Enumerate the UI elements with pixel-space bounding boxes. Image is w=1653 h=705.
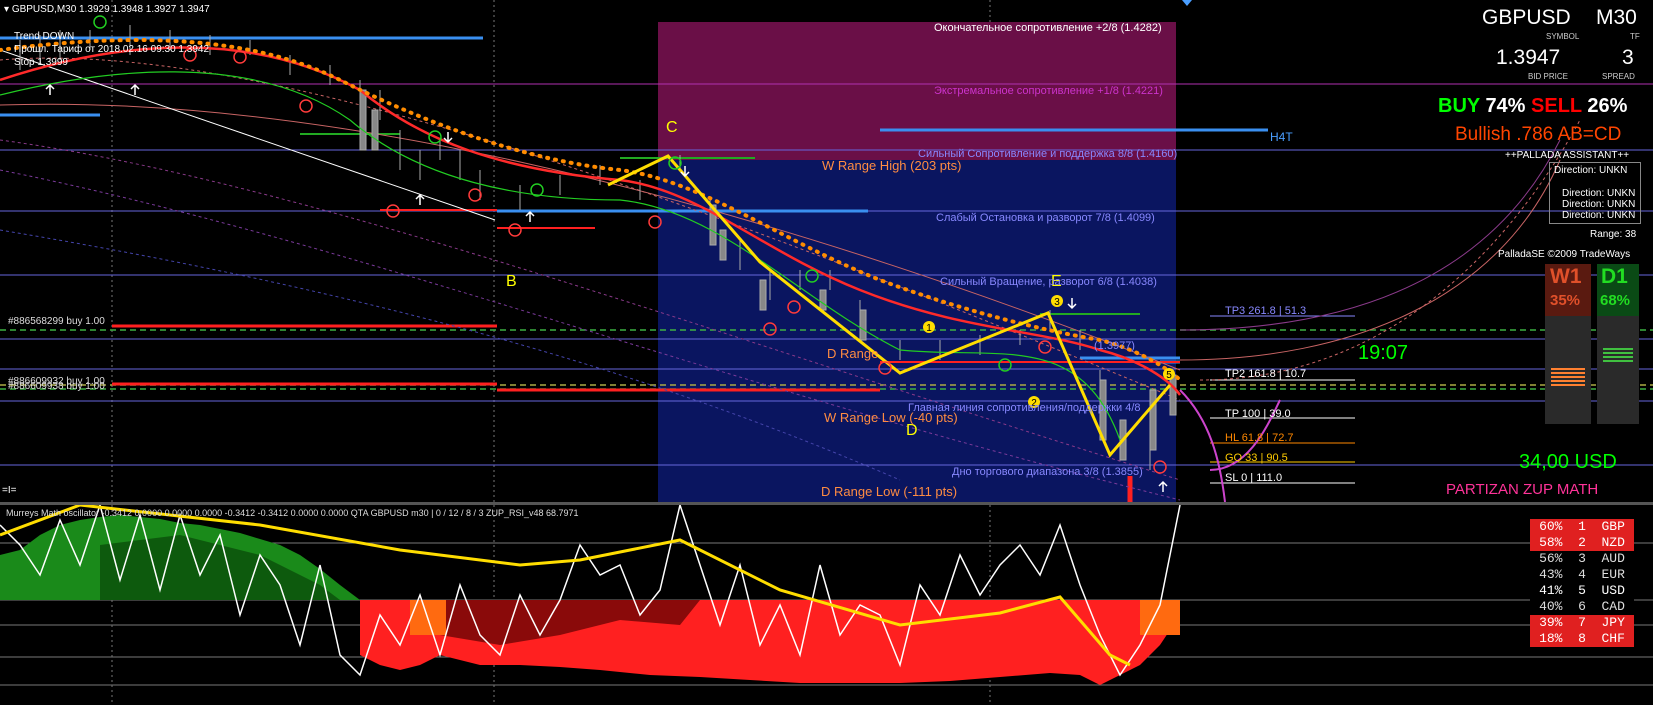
murrey-label-7: Слабый Остановка и разворот 7/8 (1.4099) <box>936 212 1155 224</box>
currency-row-6: 40% 6 CAD <box>1530 599 1634 615</box>
currency-strength-table: 60% 1 GBP 58% 2 NZD 56% 3 AUD 43% 4 EUR … <box>1530 519 1634 647</box>
direction-1: Direction: UNKN <box>1562 188 1636 199</box>
symbol-caption: SYMBOL <box>1546 32 1580 41</box>
h4t-label: H4T <box>1270 130 1293 144</box>
stop-line: Stop 1.3999 <box>14 57 68 68</box>
pattern-text: Bullish .786 AB=CD <box>1455 124 1622 145</box>
spread-caption: SPREAD <box>1602 72 1635 81</box>
svg-text:3: 3 <box>1054 297 1060 308</box>
scroll-marker <box>1182 0 1192 6</box>
svg-text:5: 5 <box>1166 370 1172 381</box>
profit-value: 34,00 USD <box>1519 451 1617 473</box>
target-tp: TP 100 | 39.0 <box>1225 408 1291 420</box>
tf-caption: TF <box>1630 32 1640 41</box>
currency-row-3: 56% 3 AUD <box>1530 551 1634 567</box>
oscillator-chart[interactable] <box>0 505 1653 705</box>
currency-row-4: 43% 4 EUR <box>1530 567 1634 583</box>
w-range-low-label: W Range Low (-40 pts) <box>824 410 958 425</box>
corner-mark: =I= <box>2 485 17 496</box>
d1-value: 68% <box>1600 292 1631 309</box>
assistant-range: Range: 38 <box>1590 229 1637 240</box>
spread-value: 3 <box>1622 46 1634 69</box>
murrey-label-6: Сильный Вращение, разворот 6/8 (1.4038) <box>940 276 1157 288</box>
direction-3: Direction: UNKN <box>1562 210 1636 221</box>
target-hl: HL 61.8 | 72.7 <box>1225 432 1294 444</box>
order-label-3[interactable]: #886609938 buy 1.00 <box>8 381 105 392</box>
currency-row-1: 60% 1 GBP <box>1530 519 1634 535</box>
target-sl: SL 0 | 111.0 <box>1225 472 1283 484</box>
price-caption: BID PRICE <box>1528 72 1569 81</box>
tariff-line: Прошл. Тариф от 2018.02.16 09:30 1.3942 <box>14 44 210 55</box>
murrey-label-3: Дно торгового диапазона 3/8 (1.3855) <box>952 466 1143 478</box>
currency-row-7: 39% 7 JPY <box>1530 615 1634 631</box>
target-tp2: TP2 161.8 | 10.7 <box>1225 368 1307 380</box>
price-value: 1.3947 <box>1496 46 1561 69</box>
d-range-low-label: D Range Low (-111 pts) <box>821 484 958 499</box>
info-block: Trend DOWN Прошл. Тариф от 2018.02.16 09… <box>14 30 209 69</box>
murrey-label-plus2: Окончательное сопротивление +2/8 (1.4282… <box>934 22 1162 34</box>
pattern-letter-b: B <box>506 273 517 290</box>
dropdown-icon[interactable]: ▾ <box>4 4 9 15</box>
currency-row-5: 41% 5 USD <box>1530 583 1634 599</box>
sell-value: 26% <box>1587 95 1628 117</box>
w-range-high-label: W Range High (203 pts) <box>822 158 962 173</box>
currency-row-2: 58% 2 NZD <box>1530 535 1634 551</box>
direction-2: Direction: UNKN <box>1562 199 1636 210</box>
order-label-1[interactable]: #886568299 buy 1.00 <box>8 316 105 327</box>
buy-value: 74% <box>1485 95 1526 117</box>
w1-value: 35% <box>1550 292 1581 309</box>
assistant-copyright: PalladaSE ©2009 TradeWays <box>1498 249 1631 260</box>
tf-value: M30 <box>1596 6 1637 29</box>
price-chart[interactable]: 3 2 5 1 <box>0 0 1653 502</box>
assistant-title: ++PALLADA ASSISTANT++ <box>1505 150 1630 161</box>
oscillator-header: Murreys Math oscillator -0.3412 0.0000 0… <box>6 508 579 518</box>
chart-title: GBPUSD,M30 1.3929 1.3948 1.3927 1.3947 <box>11 4 210 15</box>
murrey-label-5: (1.3977) <box>1094 340 1135 352</box>
murrey-label-plus1: Экстремальное сопротивление +1/8 (1.4221… <box>934 85 1163 97</box>
target-tp3: TP3 261.8 | 51.3 <box>1225 305 1307 317</box>
svg-text:1: 1 <box>926 323 932 334</box>
symbol-value: GBPUSD <box>1482 6 1571 29</box>
buy-label: BUY <box>1438 95 1480 117</box>
currency-row-8: 18% 8 CHF <box>1530 631 1634 647</box>
sell-label: SELL <box>1531 95 1582 117</box>
assistant-directions: Direction: UNKN Direction: UNKN Directio… <box>1562 188 1635 221</box>
assistant-direction-main: Direction: UNKN <box>1554 165 1628 176</box>
target-go: GO 33 | 90.5 <box>1225 452 1288 464</box>
trend-line: Trend DOWN <box>14 31 75 42</box>
brand-label: PARTIZAN ZUP MATH <box>1446 481 1599 498</box>
w1-label: W1 <box>1550 265 1582 288</box>
sentiment: BUY 74% SELL 26% <box>1438 95 1627 118</box>
d-range-label: D Range <box>827 346 879 361</box>
pattern-letter-c: C <box>666 119 678 136</box>
candle-timer: 19:07 <box>1358 342 1409 364</box>
d1-label: D1 <box>1601 265 1628 288</box>
